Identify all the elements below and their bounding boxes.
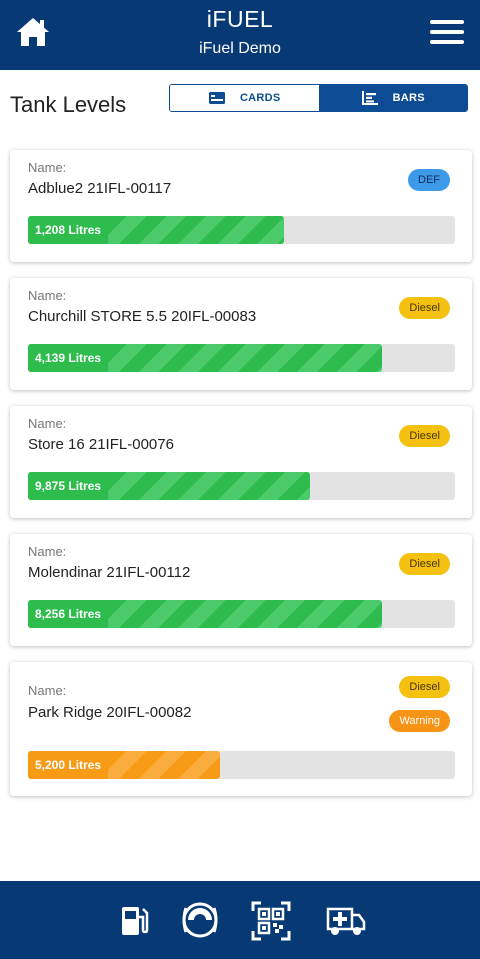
view-toggle: CARDS BARS	[169, 84, 468, 112]
bars-view-label: BARS	[392, 92, 425, 104]
ambulance-icon[interactable]	[326, 905, 366, 942]
tank-level-bar: 9,875 Litres	[28, 472, 455, 500]
name-label: Name:	[28, 160, 67, 175]
bottom-nav	[0, 881, 480, 959]
cards-view-label: CARDS	[239, 92, 281, 104]
fuel-type-badge: Diesel	[399, 297, 450, 319]
bars-view-button[interactable]: BARS	[318, 85, 467, 111]
fuel-pump-icon[interactable]	[120, 903, 150, 942]
tank-name: Park Ridge 20IFL-00082	[28, 704, 192, 721]
tank-level-text: 1,208 Litres	[35, 223, 102, 237]
tank-level-bar: 4,139 Litres	[28, 344, 455, 372]
tank-level-bar: 8,256 Litres	[28, 600, 455, 628]
tank-level-text: 4,139 Litres	[35, 351, 102, 365]
tank-level-bar: 5,200 Litres	[28, 751, 455, 779]
tank-card[interactable]: Name: Molendinar 21IFL-00112 Diesel 8,25…	[10, 534, 472, 646]
tank-level-text: 5,200 Litres	[35, 758, 102, 772]
tank-card[interactable]: Name: Churchill STORE 5.5 20IFL-00083 Di…	[10, 278, 472, 390]
tank-name: Adblue2 21IFL-00117	[28, 180, 172, 197]
app-header: iFUEL iFuel Demo	[0, 0, 480, 70]
tank-level-text: 9,875 Litres	[35, 479, 102, 493]
tank-name: Churchill STORE 5.5 20IFL-00083	[28, 308, 257, 325]
gauge-icon[interactable]	[180, 902, 220, 943]
fuel-type-badge: DEF	[408, 169, 450, 191]
tank-name: Molendinar 21IFL-00112	[28, 564, 191, 581]
name-label: Name:	[28, 544, 67, 559]
tank-level-bar: 1,208 Litres	[28, 216, 455, 244]
name-label: Name:	[28, 683, 67, 698]
main-content: Tank Levels CARDS BARS Name: Adblue2 21I…	[0, 70, 480, 881]
card-icon	[208, 92, 225, 104]
qr-code-icon[interactable]	[251, 901, 291, 946]
app-title: iFUEL	[206, 6, 274, 32]
tank-card[interactable]: Name: Park Ridge 20IFL-00082 Diesel Warn…	[10, 662, 472, 796]
fuel-type-badge: Diesel	[399, 676, 450, 698]
tank-card[interactable]: Name: Adblue2 21IFL-00117 DEF 1,208 Litr…	[10, 150, 472, 262]
tank-name: Store 16 21IFL-00076	[28, 436, 174, 453]
hamburger-menu-icon[interactable]	[430, 20, 464, 46]
fuel-type-badge: Diesel	[399, 553, 450, 575]
tank-card[interactable]: Name: Store 16 21IFL-00076 Diesel 9,875 …	[10, 406, 472, 518]
warning-badge: Warning	[389, 710, 450, 732]
page-title: Tank Levels	[10, 92, 127, 117]
tank-level-text: 8,256 Litres	[35, 607, 102, 621]
name-label: Name:	[28, 416, 67, 431]
app-subtitle: iFuel Demo	[199, 40, 281, 57]
bar-chart-icon	[361, 91, 378, 105]
fuel-type-badge: Diesel	[399, 425, 450, 447]
cards-view-button[interactable]: CARDS	[170, 85, 319, 111]
name-label: Name:	[28, 288, 67, 303]
